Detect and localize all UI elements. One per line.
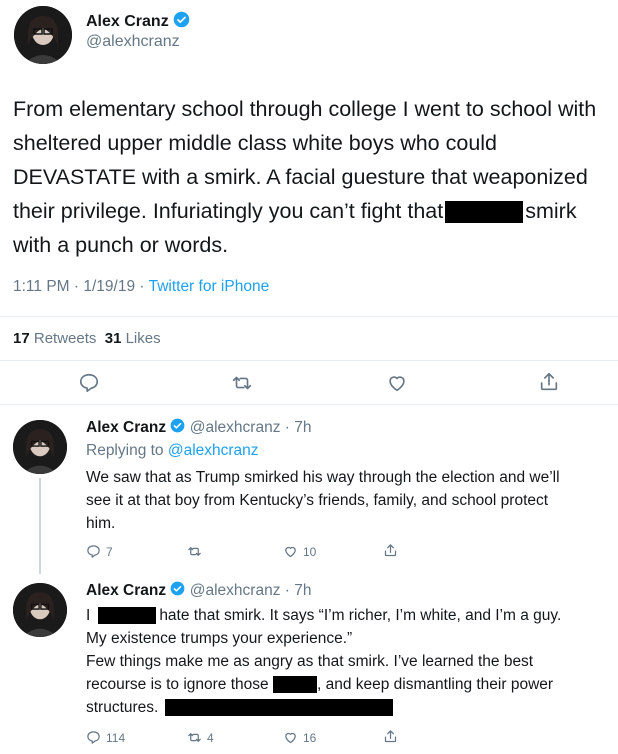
divider bbox=[0, 404, 618, 405]
tweet-source-link[interactable]: Twitter for iPhone bbox=[149, 278, 270, 295]
heart-icon bbox=[389, 376, 405, 392]
reply-text-segment: recourse is to ignore those bbox=[86, 676, 269, 693]
reply-header: Alex Cranz @alexhcranz · 7h bbox=[86, 418, 311, 438]
divider bbox=[0, 316, 618, 317]
avatar[interactable] bbox=[14, 6, 72, 64]
reply-text: Ihate that smirk. It says “I’m richer, I… bbox=[86, 604, 561, 719]
author-handle[interactable]: @alexhcranz bbox=[190, 419, 281, 436]
engagement-stats: 17 Retweets 31 Likes bbox=[13, 330, 161, 347]
share-icon bbox=[384, 544, 397, 557]
reply-text-line: Few things make me as angry as that smir… bbox=[86, 653, 534, 670]
retweet-button[interactable] bbox=[187, 544, 207, 559]
reply-text-line: recourse is to ignore those , and keep d… bbox=[86, 673, 561, 696]
thread-line bbox=[39, 478, 41, 574]
avatar-image bbox=[13, 420, 67, 474]
retweets-count: 17 bbox=[13, 330, 30, 347]
verified-badge-icon bbox=[170, 581, 185, 601]
reply-text-segment: , and keep dismantling their power bbox=[316, 676, 554, 693]
verified-badge-icon bbox=[173, 11, 190, 33]
reply-button[interactable] bbox=[78, 372, 100, 394]
replying-to-handle[interactable]: @alexhcranz bbox=[168, 442, 259, 459]
reply-text-segment: hate that smirk. It says “I’m richer, I’… bbox=[159, 607, 562, 624]
share-button[interactable] bbox=[383, 729, 398, 744]
reply-text-line: My existence trumps your experience.” bbox=[86, 630, 353, 647]
reply-text: We saw that as Trump smirked his way thr… bbox=[86, 466, 560, 535]
author-name-row: Alex Cranz bbox=[86, 11, 190, 33]
tweet-text-segment: smirk bbox=[525, 199, 577, 223]
reply-text-segment: I bbox=[86, 607, 91, 624]
redaction-bar bbox=[164, 699, 393, 717]
like-button[interactable]: 16 bbox=[283, 730, 316, 745]
tweet-age[interactable]: 7h bbox=[294, 582, 311, 599]
retweet-count: 4 bbox=[207, 730, 214, 745]
retweet-icon bbox=[188, 733, 201, 742]
retweet-icon bbox=[232, 376, 252, 390]
like-button[interactable]: 10 bbox=[283, 544, 316, 559]
reply-button[interactable]: 7 bbox=[86, 544, 113, 559]
reply-count: 114 bbox=[106, 730, 126, 745]
likes-label: Likes bbox=[125, 330, 161, 347]
author-handle[interactable]: @alexhcranz bbox=[190, 582, 281, 599]
author-name[interactable]: Alex Cranz bbox=[86, 13, 169, 30]
heart-icon bbox=[285, 732, 296, 744]
share-icon bbox=[384, 730, 397, 743]
reply-icon bbox=[79, 373, 99, 393]
author-name[interactable]: Alex Cranz bbox=[86, 419, 166, 436]
heart-icon bbox=[285, 546, 296, 558]
reply-text-segment: structures. bbox=[86, 699, 159, 716]
avatar[interactable] bbox=[13, 420, 67, 474]
retweet-button[interactable]: 4 bbox=[187, 730, 214, 745]
likes-stat[interactable]: 31 Likes bbox=[105, 330, 161, 347]
divider bbox=[0, 360, 618, 361]
tweet-age[interactable]: 7h bbox=[294, 419, 311, 436]
like-count: 10 bbox=[303, 544, 317, 559]
tweet-text-line: DEVASTATE with a smirk. A facial guestur… bbox=[13, 165, 588, 189]
redaction-bar bbox=[272, 676, 317, 694]
replying-to: Replying to @alexhcranz bbox=[86, 442, 259, 460]
retweet-button[interactable] bbox=[231, 372, 253, 394]
tweet-text-line: From elementary school through college I… bbox=[13, 97, 597, 121]
tweet-text-segment: their privilege. Infuriatingly you can’t… bbox=[13, 199, 444, 223]
tweet-time[interactable]: 1:11 PM bbox=[13, 278, 70, 295]
retweets-label: Retweets bbox=[33, 330, 97, 347]
replying-to-label: Replying to bbox=[86, 442, 164, 459]
reply-icon bbox=[87, 731, 100, 744]
author-handle[interactable]: @alexhcranz bbox=[86, 33, 180, 51]
redaction-bar bbox=[98, 607, 157, 625]
reply-header: Alex Cranz @alexhcranz · 7h bbox=[86, 581, 311, 601]
avatar-image bbox=[13, 583, 67, 637]
avatar-image bbox=[14, 6, 72, 64]
retweets-stat[interactable]: 17 Retweets bbox=[13, 330, 96, 347]
share-button[interactable] bbox=[383, 543, 398, 558]
reply-text-line: him. bbox=[86, 515, 116, 532]
separator-dot: · bbox=[280, 419, 295, 437]
share-button[interactable] bbox=[538, 371, 560, 393]
reply-text-line: structures. bbox=[86, 696, 561, 719]
tweet-text-line: their privilege. Infuriatingly you can’t… bbox=[13, 194, 596, 228]
author-name[interactable]: Alex Cranz bbox=[86, 582, 166, 599]
like-button[interactable] bbox=[386, 372, 408, 394]
tweet-meta: 1:11 PM · 1/19/19 · Twitter for iPhone bbox=[13, 278, 270, 295]
tweet-text-line: with a punch or words. bbox=[13, 233, 229, 257]
retweet-icon bbox=[188, 547, 201, 556]
likes-count: 31 bbox=[104, 330, 122, 347]
tweet-text-line: sheltered upper middle class white boys … bbox=[13, 131, 498, 155]
avatar[interactable] bbox=[13, 583, 67, 637]
reply-text-line: Ihate that smirk. It says “I’m richer, I… bbox=[86, 604, 561, 627]
like-count: 16 bbox=[303, 730, 317, 745]
verified-badge-icon bbox=[170, 418, 185, 438]
share-icon bbox=[540, 372, 558, 391]
tweet-text: From elementary school through college I… bbox=[13, 92, 596, 262]
tweet-date[interactable]: 1/19/19 bbox=[83, 278, 135, 295]
reply-text-line: We saw that as Trump smirked his way thr… bbox=[86, 469, 560, 486]
separator-dot: · bbox=[280, 582, 295, 600]
reply-icon bbox=[87, 545, 100, 558]
reply-text-line: see it at that boy from Kentucky’s frien… bbox=[86, 492, 549, 509]
reply-count: 7 bbox=[106, 544, 113, 559]
redaction-bar bbox=[445, 201, 524, 224]
reply-button[interactable]: 114 bbox=[86, 730, 125, 745]
